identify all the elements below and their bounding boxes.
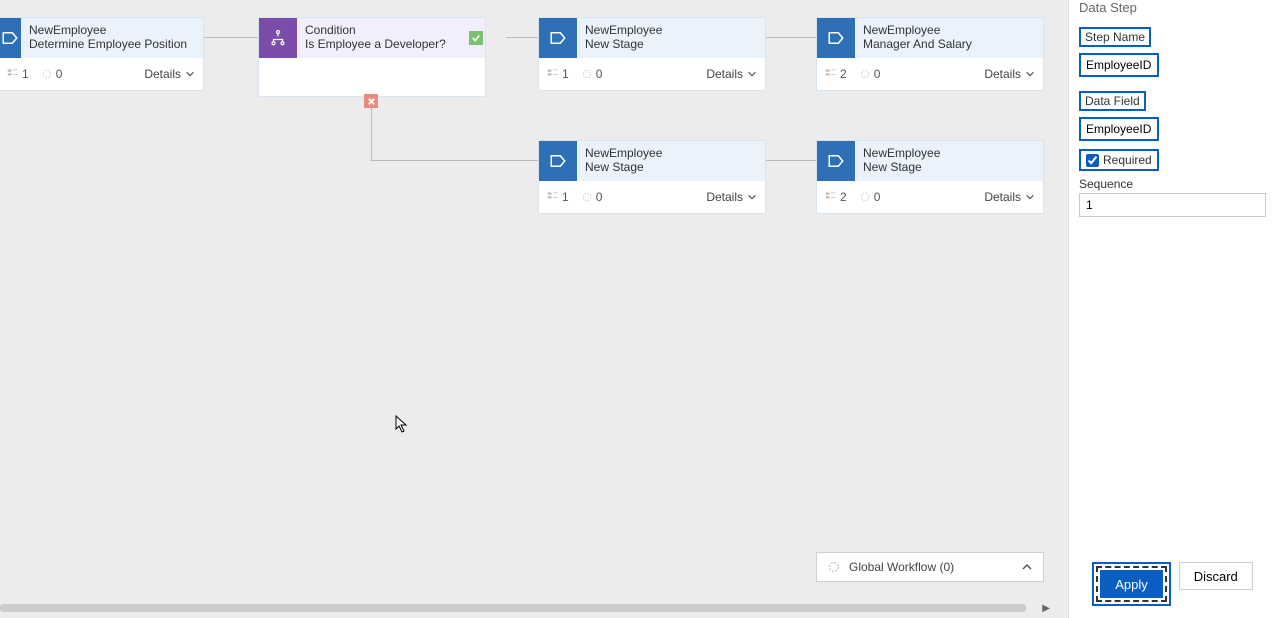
wf-count: 0 (41, 67, 63, 81)
stage-icon (817, 18, 855, 58)
details-toggle[interactable]: Details (706, 190, 757, 204)
connector (371, 108, 372, 160)
stage-c[interactable]: NewEmployee New Stage 1 0 Details (538, 140, 766, 214)
scroll-right-icon[interactable]: ▶ (1042, 603, 1050, 614)
details-toggle[interactable]: Details (984, 67, 1035, 81)
condition-name: Is Employee a Developer? (305, 37, 461, 51)
chevron-up-icon (1021, 561, 1033, 573)
apply-button[interactable]: Apply (1100, 570, 1163, 598)
stepname-label: Step Name (1079, 27, 1151, 47)
condition-false-icon (364, 94, 378, 108)
connector (204, 37, 258, 38)
sequence-input[interactable] (1079, 193, 1266, 217)
stage-d[interactable]: NewEmployee New Stage 2 0 Details (816, 140, 1044, 214)
condition-icon (259, 18, 297, 58)
stage-b[interactable]: NewEmployee Manager And Salary 2 0 Detai… (816, 17, 1044, 91)
connector (766, 37, 816, 38)
workflow-icon (827, 560, 841, 574)
properties-panel: Data Step Step Name Data Field Required … (1068, 0, 1276, 618)
stage-icon (817, 141, 855, 181)
stage-icon (539, 141, 577, 181)
datafield-input[interactable] (1079, 117, 1159, 141)
workflow-canvas[interactable]: NewEmployee Determine Employee Position … (0, 0, 1068, 618)
condition-true-icon (469, 31, 483, 45)
details-toggle[interactable]: Details (706, 67, 757, 81)
condition-card[interactable]: Condition Is Employee a Developer? (258, 17, 486, 97)
required-checkbox[interactable] (1086, 154, 1099, 167)
sequence-label: Sequence (1079, 177, 1133, 191)
cursor-icon (395, 415, 407, 433)
connector (766, 160, 816, 161)
horizontal-scrollbar[interactable]: ▶ (0, 604, 1050, 614)
stage-icon (0, 18, 21, 58)
panel-title: Data Step (1079, 0, 1266, 15)
stage-determine-position[interactable]: NewEmployee Determine Employee Position … (0, 17, 204, 91)
discard-button[interactable]: Discard (1179, 562, 1253, 590)
stepname-input[interactable] (1079, 53, 1159, 77)
stage-name: Determine Employee Position (29, 37, 187, 51)
global-workflow-label: Global Workflow (0) (849, 560, 954, 574)
details-toggle[interactable]: Details (144, 67, 195, 81)
stage-entity: NewEmployee (29, 23, 187, 37)
stage-icon (539, 18, 577, 58)
global-workflow-toggle[interactable]: Global Workflow (0) (816, 552, 1044, 582)
required-label: Required (1103, 153, 1152, 167)
stage-a[interactable]: NewEmployee New Stage 1 0 Details (538, 17, 766, 91)
datafield-label: Data Field (1079, 91, 1146, 111)
condition-entity: Condition (305, 23, 461, 37)
steps-count: 1 (7, 67, 29, 81)
connector (371, 160, 538, 161)
connector (506, 37, 538, 38)
details-toggle[interactable]: Details (984, 190, 1035, 204)
